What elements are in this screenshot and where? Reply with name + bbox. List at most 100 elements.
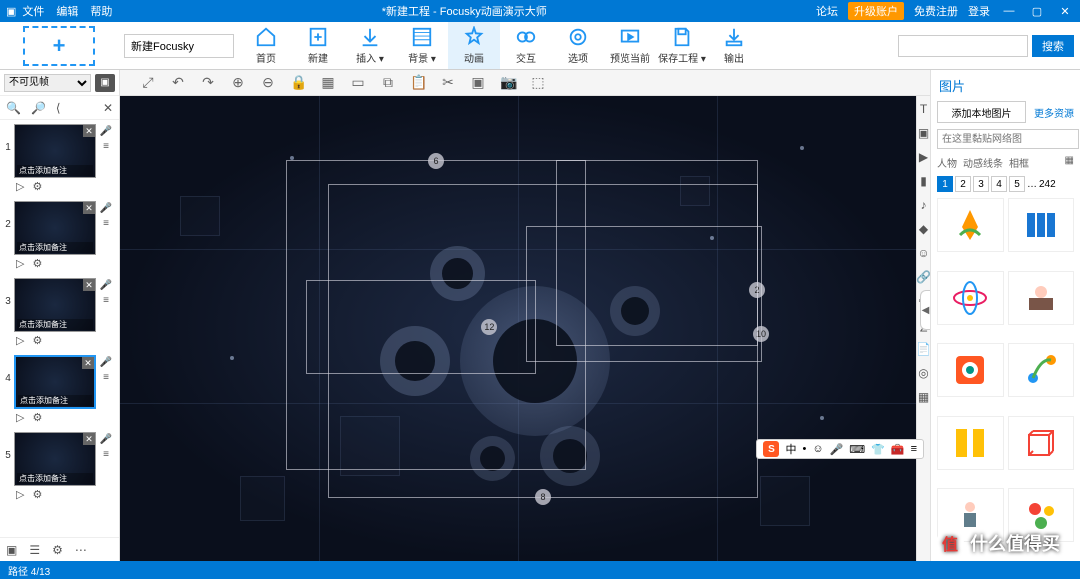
note-icon[interactable]: ≡ — [103, 295, 109, 306]
gallery-item[interactable] — [937, 198, 1004, 252]
search-button[interactable]: 搜索 — [1032, 35, 1074, 57]
gallery-item[interactable] — [937, 271, 1004, 325]
maximize-button[interactable]: ▢ — [1028, 5, 1046, 18]
slide-thumb[interactable]: 3 ✕ 点击添加备注 🎤 ≡ — [0, 274, 119, 334]
zoom-in-icon[interactable]: ⊕ — [230, 74, 246, 91]
menu-help[interactable]: 帮助 — [90, 3, 112, 19]
link-register[interactable]: 免费注册 — [914, 3, 958, 19]
link-login[interactable]: 登录 — [968, 3, 990, 19]
more-resources-link[interactable]: 更多资源 — [1034, 105, 1074, 120]
collapse-icon[interactable]: ⟨ — [56, 101, 61, 115]
role-tool-icon[interactable]: ☺ — [917, 246, 929, 260]
gallery-item[interactable] — [1008, 198, 1075, 252]
camera-button[interactable]: ▣ — [95, 74, 115, 92]
slide-caption[interactable]: 点击添加备注 — [17, 473, 93, 484]
add-local-image-button[interactable]: 添加本地图片 — [937, 101, 1026, 123]
menu-edit[interactable]: 编辑 — [56, 3, 78, 19]
link-forum[interactable]: 论坛 — [816, 3, 838, 19]
gallery-item[interactable] — [1008, 343, 1075, 397]
layer-icon[interactable]: ▣ — [6, 543, 17, 557]
tool-background[interactable]: 背景 ▾ — [396, 22, 448, 69]
canvas-frame[interactable]: 8 — [328, 184, 758, 498]
tool-interact[interactable]: 交互 — [500, 22, 552, 69]
ime-lang[interactable]: 中 — [785, 441, 796, 457]
close-icon[interactable]: ✕ — [83, 125, 95, 137]
music-tool-icon[interactable]: ♪ — [921, 198, 927, 212]
close-icon[interactable]: ✕ — [83, 433, 95, 445]
gear-icon[interactable]: ⚙ — [32, 334, 42, 347]
play-icon[interactable]: ▷ — [16, 411, 24, 424]
fit-icon[interactable]: ⤢ — [140, 74, 156, 91]
slide-preview[interactable]: ✕ 点击添加备注 — [14, 124, 96, 178]
tool-animation[interactable]: 动画 — [448, 22, 500, 69]
ime-mic-icon[interactable]: 🎤 — [830, 443, 844, 456]
new-slide-box[interactable]: + — [0, 22, 118, 69]
close-icon[interactable]: ✕ — [83, 279, 95, 291]
grid-view-icon[interactable]: ▦ — [1065, 155, 1074, 170]
mic-icon[interactable]: 🎤 — [100, 280, 112, 291]
canvas[interactable]: 6212108 — [120, 96, 916, 561]
project-name-input[interactable] — [124, 34, 234, 58]
mic-icon[interactable]: 🎤 — [100, 357, 112, 368]
chart-tool-icon[interactable]: ▮ — [920, 174, 927, 188]
slide-thumb[interactable]: 4 ✕ 点击添加备注 🎤 ≡ — [0, 351, 119, 411]
page-2[interactable]: 2 — [955, 176, 971, 192]
gear-icon[interactable]: ⚙ — [32, 488, 42, 501]
tab-lines[interactable]: 动感线条 — [963, 155, 1003, 170]
settings-icon[interactable]: ⚙ — [52, 543, 63, 557]
play-icon[interactable]: ▷ — [16, 257, 24, 270]
symbol-tool-icon[interactable]: ◎ — [918, 366, 928, 380]
group-icon[interactable]: ▣ — [470, 74, 486, 91]
minimize-button[interactable]: — — [1000, 5, 1018, 17]
visibility-select[interactable]: 不可见帧 — [4, 74, 91, 92]
upgrade-button[interactable]: 升级账户 — [848, 2, 904, 20]
slide-preview[interactable]: ✕ 点击添加备注 — [14, 278, 96, 332]
mic-icon[interactable]: 🎤 — [100, 203, 112, 214]
close-icon[interactable]: ✕ — [83, 202, 95, 214]
gear-icon[interactable]: ⚙ — [32, 180, 42, 193]
slide-thumb[interactable]: 2 ✕ 点击添加备注 🎤 ≡ — [0, 197, 119, 257]
ime-skin-icon[interactable]: 👕 — [871, 443, 885, 456]
ime-bar[interactable]: S 中 • ☺ 🎤 ⌨ 👕 🧰 ≡ — [756, 439, 924, 459]
copy-icon[interactable]: ⧉ — [380, 74, 396, 91]
slide-caption[interactable]: 点击添加备注 — [17, 319, 93, 330]
lock-icon[interactable]: 🔒 — [290, 74, 306, 91]
ime-settings-icon[interactable]: ≡ — [911, 443, 917, 455]
undo-icon[interactable]: ↶ — [170, 74, 186, 91]
doc-tool-icon[interactable]: 📄 — [916, 342, 931, 356]
slide-thumb[interactable]: 5 ✕ 点击添加备注 🎤 ≡ — [0, 428, 119, 488]
tab-frames[interactable]: 相框 — [1009, 155, 1029, 170]
text-tool-icon[interactable]: T — [920, 102, 927, 116]
tool-insert[interactable]: 插入 ▾ — [344, 22, 396, 69]
ime-keyboard-icon[interactable]: ⌨ — [849, 443, 865, 456]
page-1[interactable]: 1 — [937, 176, 953, 192]
note-icon[interactable]: ≡ — [103, 449, 109, 460]
play-icon[interactable]: ▷ — [16, 334, 24, 347]
expand-handle[interactable]: ◀ — [920, 290, 930, 330]
slide-thumb[interactable]: 1 ✕ 点击添加备注 🎤 ≡ — [0, 120, 119, 180]
mic-icon[interactable]: 🎤 — [100, 126, 112, 137]
grid-icon[interactable]: ▦ — [320, 74, 336, 91]
page-4[interactable]: 4 — [991, 176, 1007, 192]
slide-preview[interactable]: ✕ 点击添加备注 — [14, 355, 96, 409]
slide-caption[interactable]: 点击添加备注 — [18, 395, 92, 406]
close-button[interactable]: ✕ — [1056, 5, 1074, 18]
tool-export[interactable]: 输出 — [708, 22, 760, 69]
export-img-icon[interactable]: ⬚ — [530, 74, 546, 91]
link-tool-icon[interactable]: 🔗 — [916, 270, 931, 284]
search-input[interactable] — [898, 35, 1028, 57]
close-icon[interactable]: ✕ — [82, 357, 94, 369]
cut-icon[interactable]: ✂ — [440, 74, 456, 91]
tab-people[interactable]: 人物 — [937, 155, 957, 170]
gallery-item[interactable] — [937, 343, 1004, 397]
ime-emoji-icon[interactable]: ☺ — [812, 443, 823, 455]
menu-file[interactable]: 文件 — [22, 3, 44, 19]
slide-caption[interactable]: 点击添加备注 — [17, 165, 93, 176]
gear-icon[interactable]: ⚙ — [32, 257, 42, 270]
zoom-out-small-icon[interactable]: 🔎 — [31, 101, 46, 115]
video-tool-icon[interactable]: ▶ — [919, 150, 928, 164]
list-icon[interactable]: ☰ — [29, 543, 40, 557]
camera-icon[interactable]: 📷 — [500, 74, 516, 91]
more-icon[interactable]: ⋯ — [75, 543, 87, 557]
redo-icon[interactable]: ↷ — [200, 74, 216, 91]
